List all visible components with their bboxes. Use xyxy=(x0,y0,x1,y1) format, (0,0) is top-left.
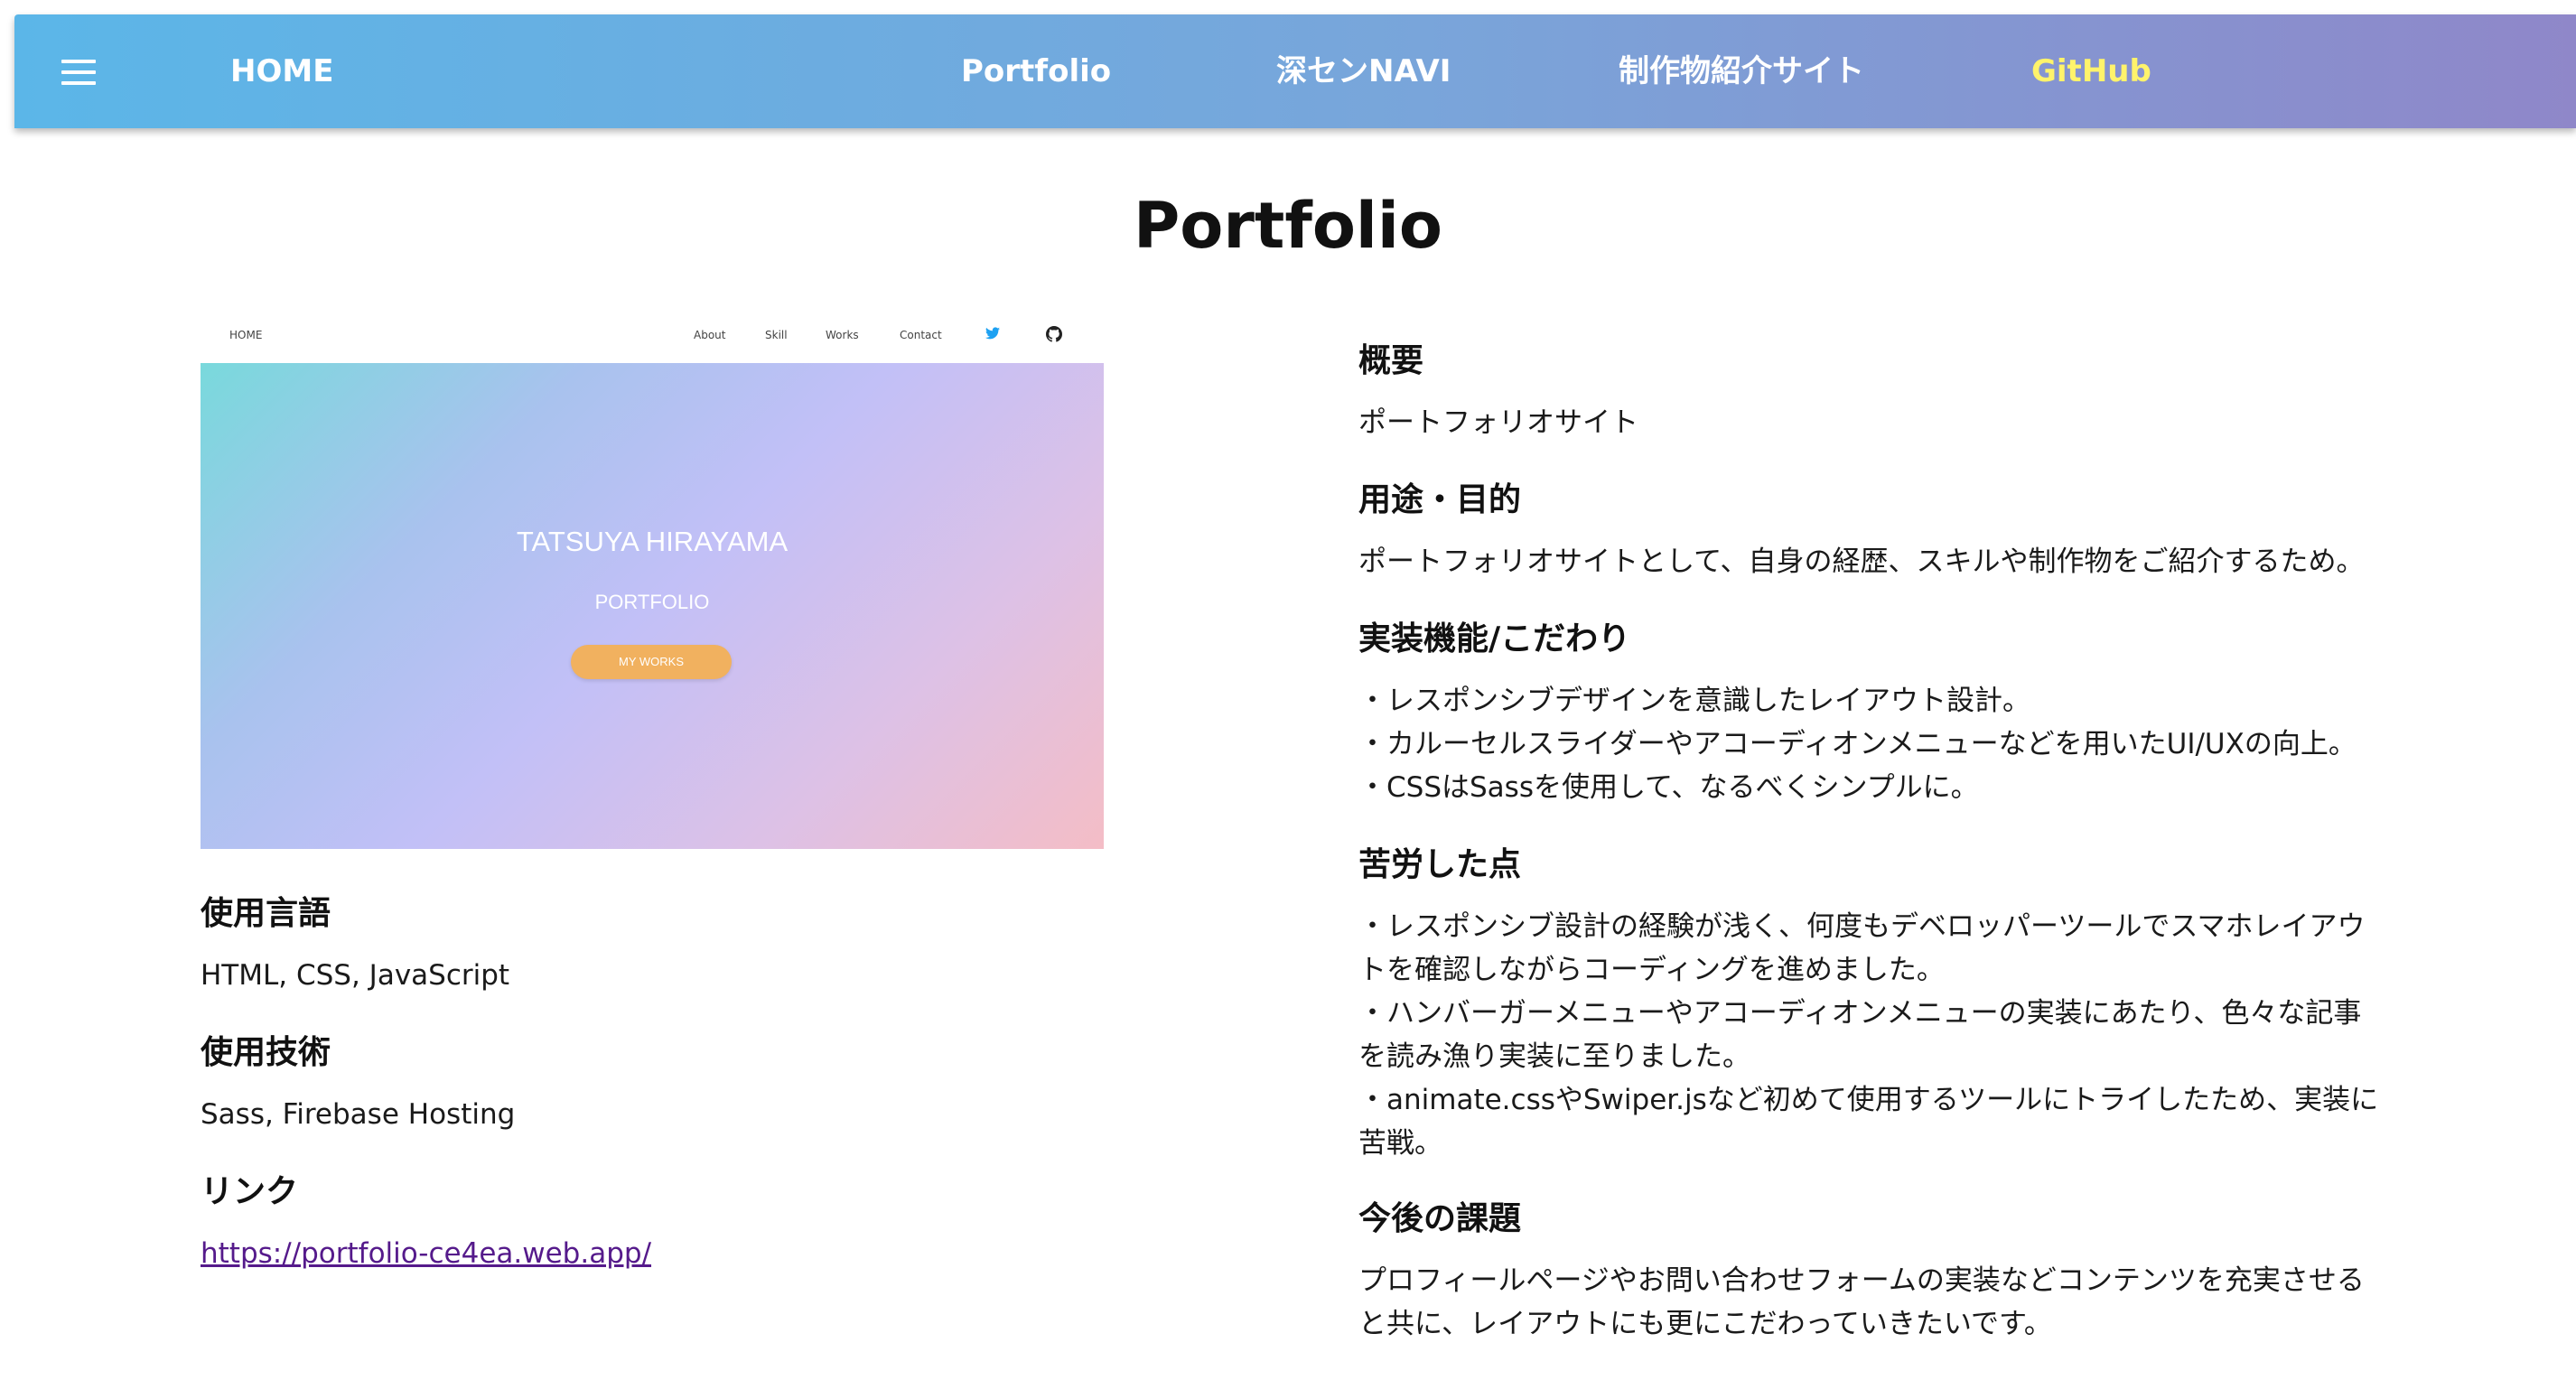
future-tasks-line: と共に、レイアウトにも更にこだわっていきたいです。 xyxy=(1358,1308,2052,1340)
features-item: ・カルーセルスライダーやアコーディオンメニューなどを用いたUI/UXの向上。 xyxy=(1358,728,2357,760)
struggles-heading: 苦労した点 xyxy=(1358,846,1522,883)
preview-nav-about: About xyxy=(694,329,726,341)
preview-navbar: HOME About Skill Works Contact xyxy=(201,307,1104,363)
page-title: Portfolio xyxy=(1133,189,1442,263)
nav-link-github[interactable]: GitHub xyxy=(2031,14,2151,128)
preview-hero-subtitle: PORTFOLIO xyxy=(594,591,710,613)
features-list: ・レスポンシブデザインを意識したレイアウト設計。 ・カルーセルスライダーやアコー… xyxy=(1358,679,2357,809)
preview-nav-contact: Contact xyxy=(900,329,942,341)
features-item: ・CSSはSassを使用して、なるべくシンプルに。 xyxy=(1358,771,1979,804)
preview-my-works-button: MY WORKS xyxy=(571,645,732,679)
nav-link-portfolio[interactable]: Portfolio xyxy=(961,14,1111,128)
preview-nav-works: Works xyxy=(826,329,859,341)
hamburger-menu-icon[interactable] xyxy=(61,60,96,85)
struggles-line: トを確認しながらコーディングを進めました。 xyxy=(1358,954,1945,986)
languages-value: HTML, CSS, JavaScript xyxy=(201,959,510,992)
purpose-heading: 用途・目的 xyxy=(1358,481,1522,518)
features-heading: 実装機能/こだわり xyxy=(1358,620,1631,657)
struggles-line: ・レスポンシブ設計の経験が浅く、何度もデベロッパーツールでスマホレイアウ xyxy=(1358,910,2366,943)
twitter-icon xyxy=(985,327,1000,340)
site-link[interactable]: https://portfolio-ce4ea.web.app/ xyxy=(201,1237,651,1270)
struggles-line: ・animate.cssやSwiper.jsなど初めて使用するツールにトライした… xyxy=(1358,1084,2379,1116)
preview-nav-skill: Skill xyxy=(765,329,788,341)
languages-heading: 使用言語 xyxy=(201,895,331,932)
technologies-value: Sass, Firebase Hosting xyxy=(201,1098,516,1131)
struggles-line: 苦戦。 xyxy=(1358,1127,1442,1160)
site-link-paragraph: https://portfolio-ce4ea.web.app/ xyxy=(201,1232,651,1275)
purpose-text: ポートフォリオサイトとして、自身の経歴、スキルや制作物をご紹介するため。 xyxy=(1358,545,2365,578)
link-heading: リンク xyxy=(201,1173,299,1210)
future-tasks-heading: 今後の課題 xyxy=(1358,1200,1522,1237)
preview-hero: TATSUYA HIRAYAMA PORTFOLIO MY WORKS xyxy=(201,363,1104,849)
overview-heading: 概要 xyxy=(1358,342,1424,379)
future-tasks-line: プロフィールページやお問い合わせフォームの実装などコンテンツを充実させる xyxy=(1358,1264,2365,1297)
nav-link-fukasen-navi[interactable]: 深センNAVI xyxy=(1276,14,1451,128)
struggles-line: ・ハンバーガーメニューやアコーディオンメニューの実装にあたり、色々な記事 xyxy=(1358,997,2362,1030)
preview-hero-name: TATSUYA HIRAYAMA xyxy=(516,526,789,557)
github-icon xyxy=(1046,326,1062,342)
features-item: ・レスポンシブデザインを意識したレイアウト設計。 xyxy=(1358,685,2030,717)
struggles-text: ・レスポンシブ設計の経験が浅く、何度もデベロッパーツールでスマホレイアウ トを確… xyxy=(1358,905,2378,1165)
portfolio-preview-image: HOME About Skill Works Contact TATSUYA H… xyxy=(201,307,1104,849)
future-tasks-text: プロフィールページやお問い合わせフォームの実装などコンテンツを充実させる と共に… xyxy=(1358,1259,2365,1346)
overview-text: ポートフォリオサイト xyxy=(1358,406,1638,439)
top-navbar: HOME Portfolio 深センNAVI 制作物紹介サイト GitHub xyxy=(14,14,2576,128)
preview-nav-home: HOME xyxy=(229,329,263,341)
nav-link-works-site[interactable]: 制作物紹介サイト xyxy=(1619,14,1864,128)
technologies-heading: 使用技術 xyxy=(201,1034,331,1071)
struggles-line: を読み漁り実装に至りました。 xyxy=(1358,1040,1750,1073)
nav-link-home[interactable]: HOME xyxy=(230,14,333,128)
